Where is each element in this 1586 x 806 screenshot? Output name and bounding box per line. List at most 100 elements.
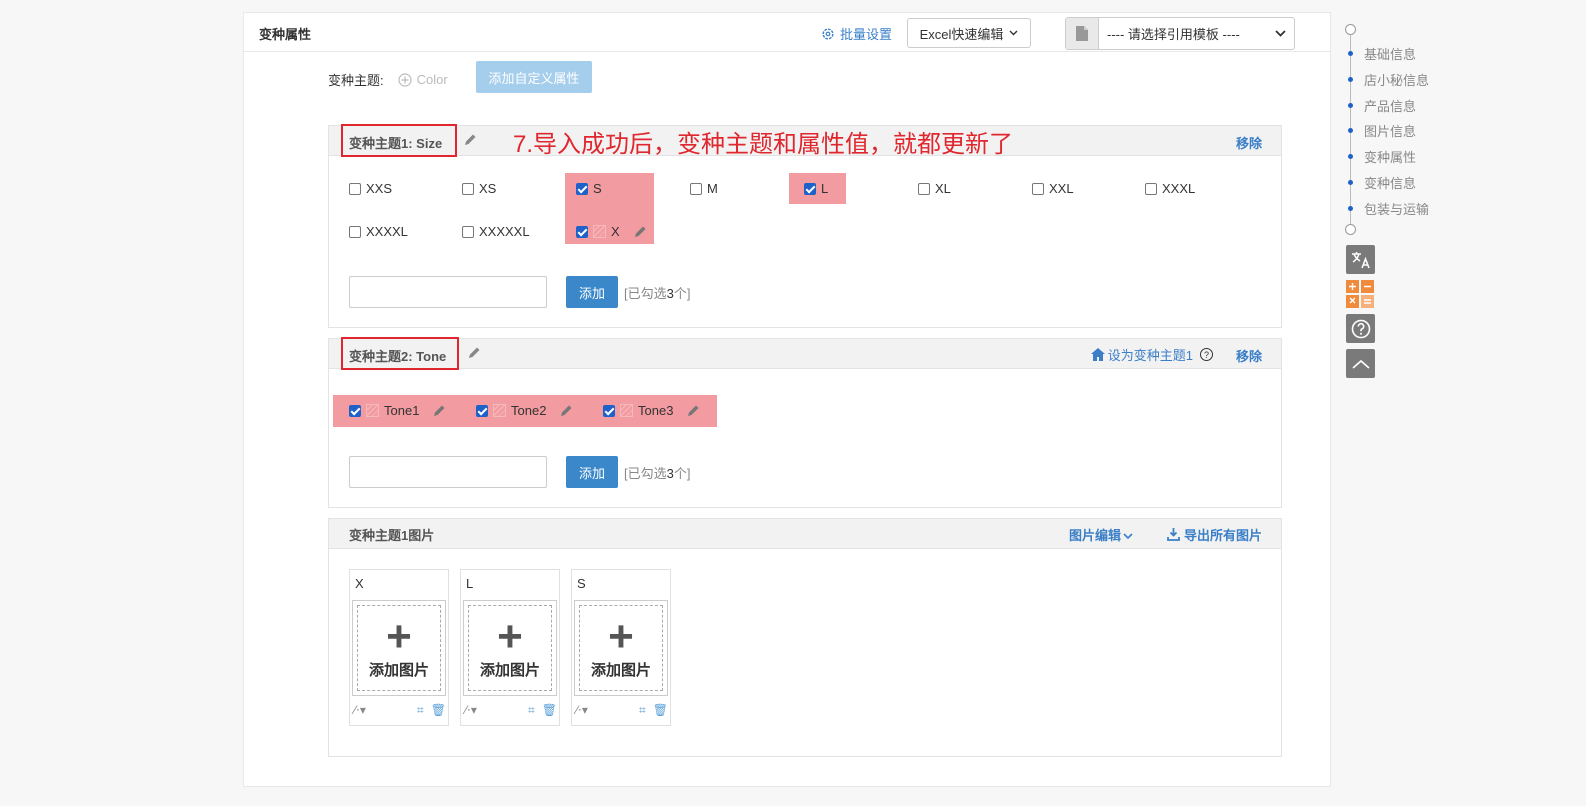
checkbox[interactable]: [576, 182, 588, 195]
add-color-option[interactable]: Color: [398, 72, 448, 87]
add-image-button[interactable]: + 添加图片: [579, 605, 663, 691]
option-xs[interactable]: XS: [462, 181, 496, 196]
crop-icon[interactable]: ⌗: [528, 703, 535, 718]
plus-icon: +: [608, 611, 634, 661]
theme2-add-button[interactable]: 添加: [566, 456, 618, 488]
theme2-remove-link[interactable]: 移除: [1236, 346, 1262, 365]
export-all-images-link[interactable]: 导出所有图片: [1167, 525, 1262, 544]
checkbox[interactable]: [349, 225, 361, 238]
plus-icon: +: [386, 611, 412, 661]
nav-item-product[interactable]: 产品信息: [1344, 96, 1416, 115]
plus-circle-icon: [398, 72, 412, 87]
checkbox[interactable]: [603, 404, 615, 417]
magic-wand-icon[interactable]: ⁄⋅▾: [576, 703, 588, 717]
add-image-button[interactable]: + 添加图片: [357, 605, 441, 691]
pencil-icon[interactable]: [467, 346, 481, 360]
chevron-up-icon: [1351, 359, 1370, 369]
option-xl[interactable]: XL: [918, 181, 951, 196]
nav-item-dxm[interactable]: 店小秘信息: [1344, 70, 1429, 89]
option-m[interactable]: M: [690, 181, 718, 196]
option-s[interactable]: S: [576, 181, 602, 196]
option-xxxxl[interactable]: XXXXL: [349, 224, 408, 239]
option-xxxl[interactable]: XXXL: [1145, 181, 1195, 196]
set-as-theme1-link[interactable]: 设为变种主题1 ?: [1090, 345, 1213, 364]
theme2-value-input[interactable]: [349, 456, 547, 488]
color-option-label: Color: [416, 72, 448, 87]
checkbox[interactable]: [918, 182, 930, 195]
color-swatch: [493, 404, 506, 417]
nav-start-ring: [1345, 24, 1356, 35]
color-swatch: [366, 404, 379, 417]
checkbox[interactable]: [1032, 182, 1044, 195]
translate-button[interactable]: [1346, 245, 1375, 274]
pencil-icon[interactable]: [432, 404, 446, 418]
add-custom-attribute-button[interactable]: 添加自定义属性: [476, 61, 592, 93]
option-tone2[interactable]: Tone2: [476, 403, 573, 418]
trash-icon[interactable]: 🗑: [653, 703, 668, 718]
image-edit-dropdown[interactable]: 图片编辑: [1069, 525, 1133, 544]
image-card: S + 添加图片 ⁄⋅▾ ⌗ 🗑: [571, 569, 671, 726]
image-card-label: L: [466, 576, 474, 591]
scroll-top-button[interactable]: [1346, 349, 1375, 378]
image-card: X + 添加图片 ⁄⋅▾ ⌗ 🗑: [349, 569, 449, 726]
annotation-text: 7.导入成功后，变种主题和属性值，就都更新了: [513, 131, 1014, 158]
help-button[interactable]: [1346, 314, 1375, 343]
theme1-remove-link[interactable]: 移除: [1236, 133, 1262, 152]
checkbox[interactable]: [349, 182, 361, 195]
checkbox[interactable]: [1145, 182, 1157, 195]
download-icon: [1167, 528, 1180, 541]
excel-quick-edit-button[interactable]: Excel快速编辑: [907, 18, 1031, 48]
checkbox[interactable]: [576, 225, 588, 238]
option-l[interactable]: L: [804, 181, 828, 196]
nav-item-variant-attributes[interactable]: 变种属性: [1344, 147, 1416, 166]
variant-theme-label: 变种主题:: [328, 73, 384, 88]
nav-item-images[interactable]: 图片信息: [1344, 121, 1416, 140]
chevron-down-icon: [1123, 533, 1133, 540]
help-icon[interactable]: ?: [1200, 348, 1213, 361]
crop-icon[interactable]: ⌗: [417, 703, 424, 718]
checkbox[interactable]: [690, 182, 702, 195]
trash-icon[interactable]: 🗑: [431, 703, 446, 718]
pencil-icon[interactable]: [559, 404, 573, 418]
magic-wand-icon[interactable]: ⁄⋅▾: [354, 703, 366, 717]
pencil-icon[interactable]: [686, 404, 700, 418]
nav-item-basic[interactable]: 基础信息: [1344, 44, 1416, 63]
checkbox[interactable]: [804, 182, 816, 195]
checkbox[interactable]: [462, 182, 474, 195]
theme1-add-button[interactable]: 添加: [566, 276, 618, 308]
magic-wand-icon[interactable]: ⁄⋅▾: [465, 703, 477, 717]
option-tone3[interactable]: Tone3: [603, 403, 700, 418]
checkbox[interactable]: [349, 404, 361, 417]
file-icon: [1066, 18, 1099, 49]
chevron-down-icon: [1009, 30, 1018, 36]
image-card: L + 添加图片 ⁄⋅▾ ⌗ 🗑: [460, 569, 560, 726]
excel-quick-edit-label: Excel快速编辑: [919, 26, 1004, 42]
checkbox[interactable]: [462, 225, 474, 238]
template-select[interactable]: ---- 请选择引用模板 ----: [1065, 17, 1295, 50]
nav-item-variant-info[interactable]: 变种信息: [1344, 173, 1416, 192]
theme2-checked-count: [已勾选3个]: [624, 466, 691, 481]
option-xxl[interactable]: XXL: [1032, 181, 1074, 196]
checkbox[interactable]: [476, 404, 488, 417]
pencil-icon[interactable]: [463, 133, 477, 147]
crop-icon[interactable]: ⌗: [639, 703, 646, 718]
option-xxxxxl[interactable]: XXXXXL: [462, 224, 530, 239]
add-image-button[interactable]: + 添加图片: [468, 605, 552, 691]
question-icon: [1351, 319, 1370, 338]
theme2-title: 变种主题2: Tone: [349, 349, 447, 364]
calculator-icon: [1346, 280, 1374, 308]
calculator-button[interactable]: [1346, 280, 1375, 309]
theme1-title: 变种主题1: Size: [349, 136, 443, 151]
chevron-down-icon: [1275, 30, 1286, 37]
nav-item-packaging[interactable]: 包装与运输: [1344, 199, 1429, 218]
option-tone1[interactable]: Tone1: [349, 403, 446, 418]
pencil-icon[interactable]: [633, 225, 647, 239]
trash-icon[interactable]: 🗑: [542, 703, 557, 718]
color-swatch: [593, 225, 606, 238]
images-title: 变种主题1图片: [349, 528, 435, 543]
option-x[interactable]: X: [576, 224, 647, 239]
batch-settings-link[interactable]: 批量设置: [821, 24, 892, 43]
theme1-value-input[interactable]: [349, 276, 547, 308]
theme1-header: 变种主题1: Size 7.导入成功后，变种主题和属性值，就都更新了 移除: [329, 124, 1281, 158]
option-xxs[interactable]: XXS: [349, 181, 392, 196]
